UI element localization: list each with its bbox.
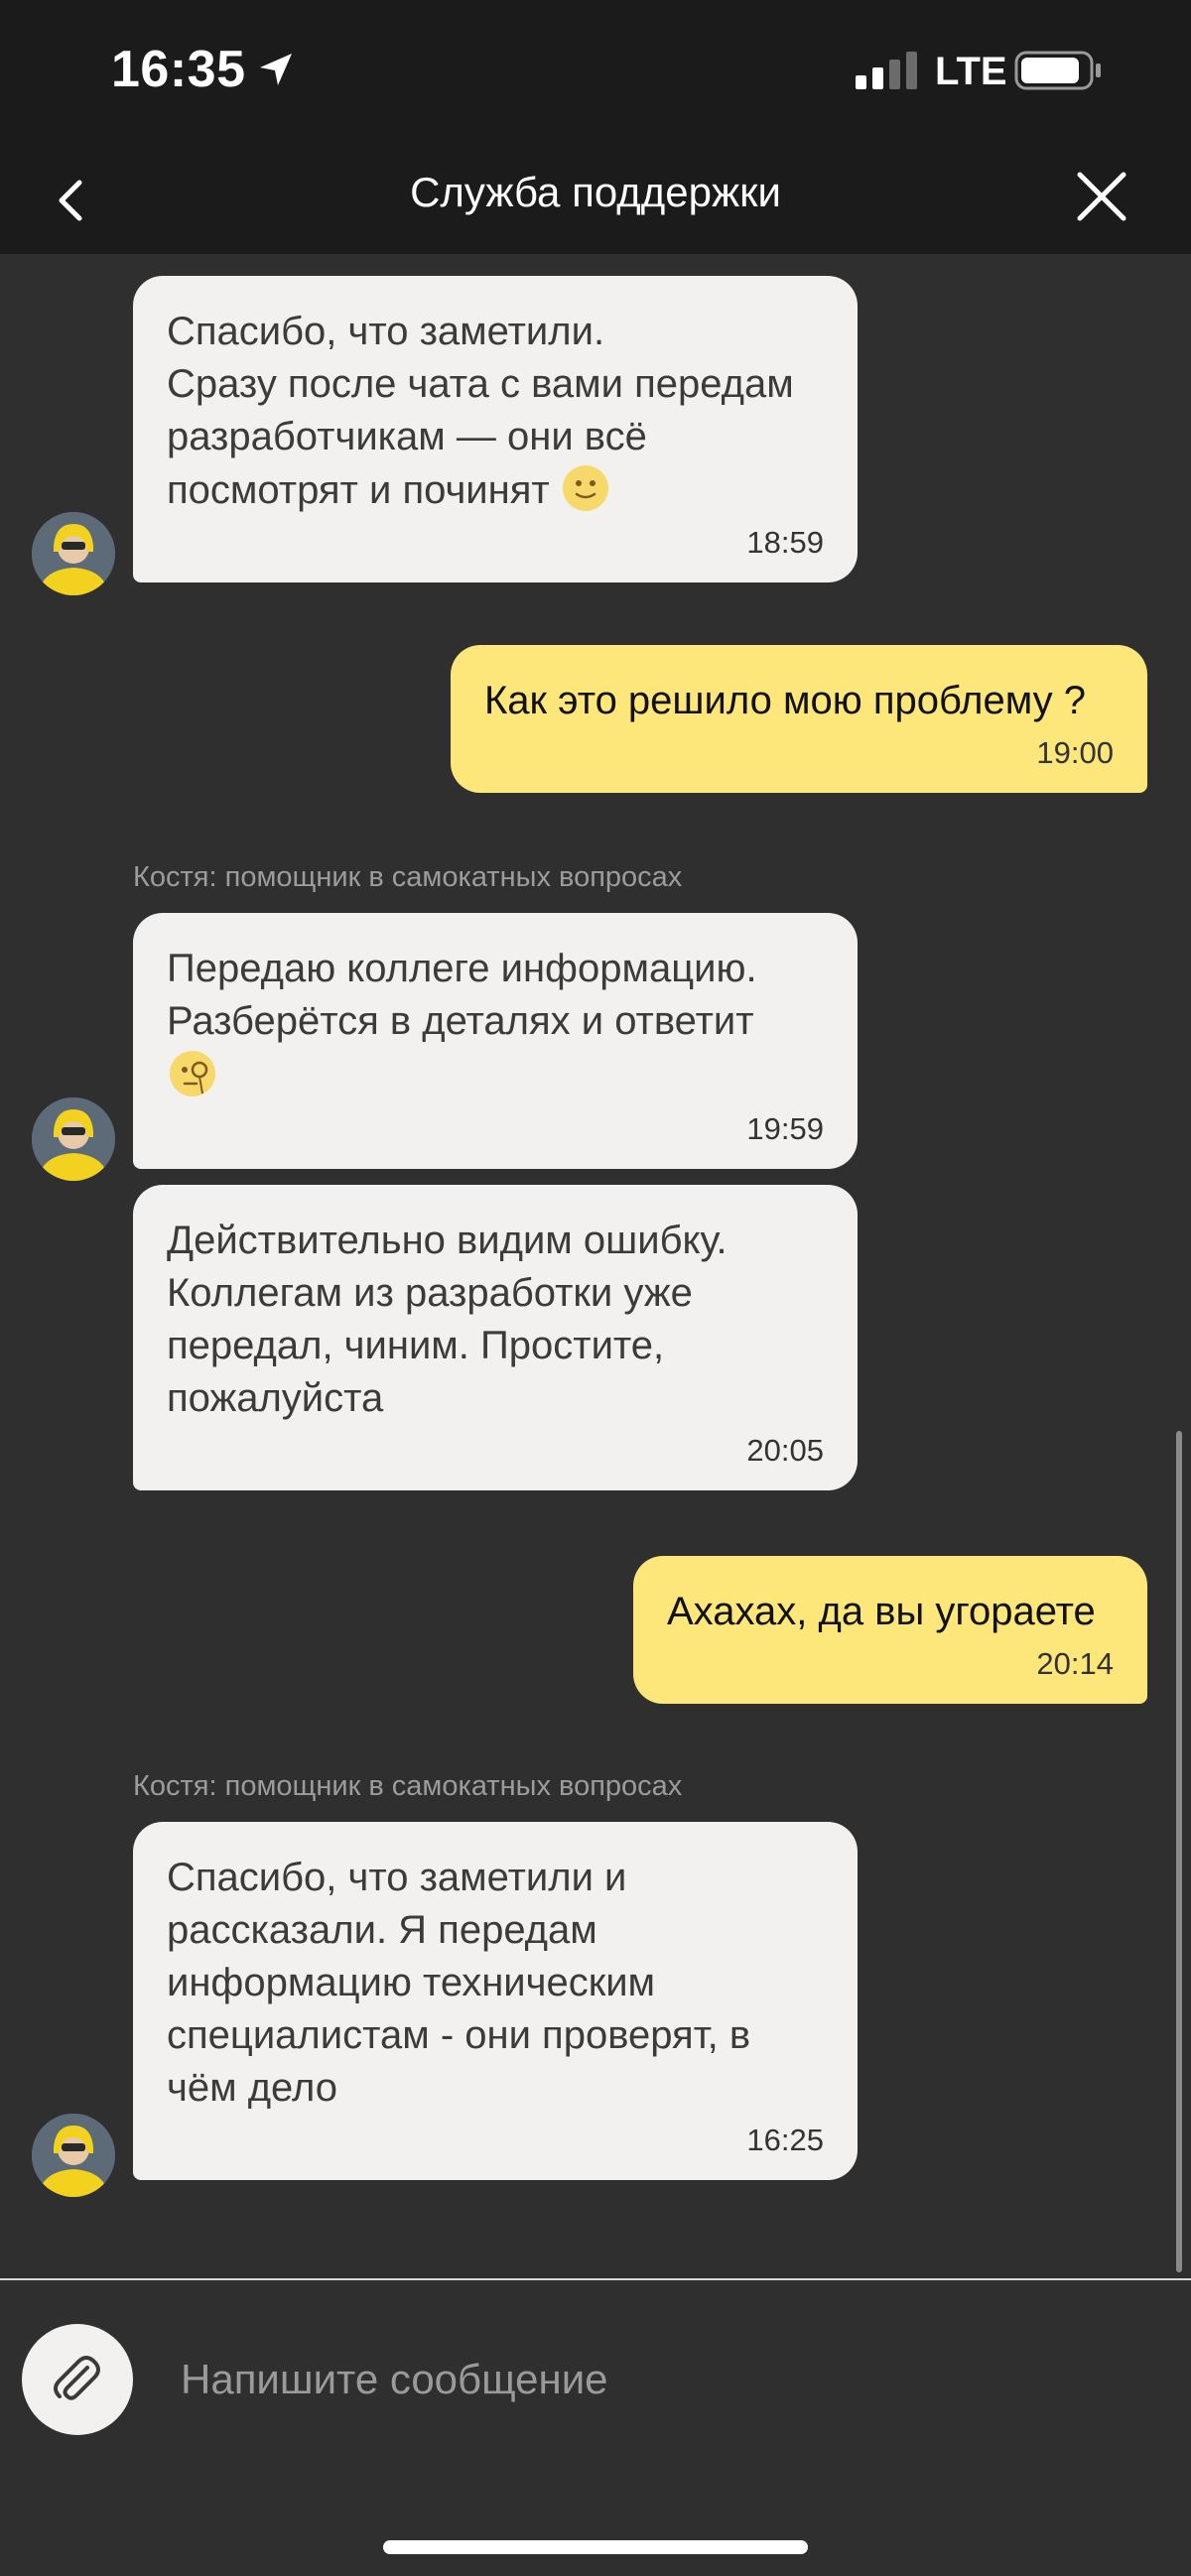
- chat-header: Служба поддержки: [0, 149, 1191, 254]
- message-text: Передаю коллеге информацию. Разберётся в…: [167, 947, 757, 1043]
- paperclip-icon: [54, 2356, 100, 2400]
- message-time: 18:59: [746, 525, 824, 560]
- message-incoming: Передаю коллеге информацию. Разберётся в…: [133, 913, 858, 1169]
- face-with-monocle-icon: [170, 1051, 215, 1096]
- support-avatar: [32, 1097, 115, 1181]
- sender-name: Костя: помощник в самокатных вопросах: [133, 1770, 683, 1802]
- message-outgoing: Ахахах, да вы угораете 20:14: [633, 1556, 1147, 1704]
- support-avatar: [32, 512, 115, 595]
- message-text: Ахахах, да вы угораете: [667, 1590, 1096, 1633]
- status-time: 16:35: [111, 41, 246, 98]
- support-avatar: [32, 2114, 115, 2197]
- message-time: 19:00: [1036, 735, 1114, 770]
- message-incoming: Спасибо, что заметили. Сразу после чата …: [133, 276, 858, 582]
- message-outgoing: Как это решило мою проблему ? 19:00: [451, 645, 1147, 793]
- home-indicator: [383, 2540, 808, 2554]
- chat-scroll-area[interactable]: Спасибо, что заметили. Сразу после чата …: [0, 254, 1191, 2278]
- message-time: 20:14: [1036, 1646, 1114, 1681]
- attach-button[interactable]: [22, 2324, 133, 2435]
- chat-scrollbar[interactable]: [1176, 1431, 1182, 2272]
- message-time: 20:05: [746, 1433, 824, 1468]
- signal-icon: [856, 52, 917, 89]
- message-text: Действительно видим ошибку. Коллегам из …: [167, 1219, 728, 1420]
- message-time: 19:59: [746, 1111, 824, 1146]
- message-text: Спасибо, что заметили. Сразу после чата …: [167, 310, 794, 512]
- message-composer: [0, 2280, 1191, 2576]
- message-text: Как это решило мою проблему ?: [484, 679, 1087, 722]
- slightly-smiling-face-icon: [562, 465, 608, 511]
- message-incoming: Действительно видим ошибку. Коллегам из …: [133, 1185, 858, 1490]
- close-button[interactable]: [1072, 167, 1131, 226]
- battery-icon: [1014, 51, 1101, 90]
- location-arrow-icon: [260, 54, 292, 85]
- message-text: Спасибо, что заметили и рассказали. Я пе…: [167, 1856, 751, 2110]
- message-time: 16:25: [746, 2123, 824, 2157]
- message-input[interactable]: [179, 2334, 1135, 2425]
- sender-name: Костя: помощник в самокатных вопросах: [133, 861, 683, 893]
- network-type: LTE: [935, 50, 1007, 93]
- message-incoming: Спасибо, что заметили и рассказали. Я пе…: [133, 1822, 858, 2180]
- status-bar: 16:35 LTE: [0, 0, 1191, 149]
- page-title: Служба поддержки: [410, 169, 781, 215]
